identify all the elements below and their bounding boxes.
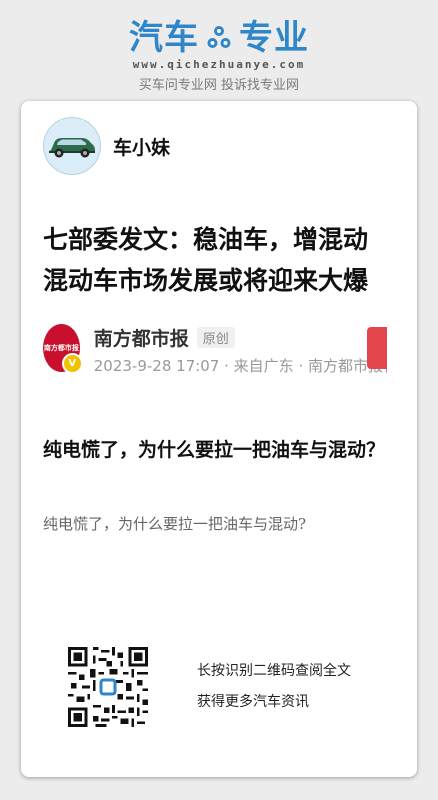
preview-headline-line-1: 七部委发文：稳油车，增混动 [43, 225, 369, 254]
article-summary: 纯电慌了，为什么要拉一把油车与混动? [43, 515, 307, 533]
brand-name-left: 汽车 [129, 18, 199, 58]
source-meta: 2023-9-28 17:07 · 来自广东 · 南方都市报官方账号 [93, 357, 387, 375]
article-preview-image[interactable]: 七部委发文：稳油车，增混动 混动车市场发展或将迎来大爆 南方都市报 V 南方都市… [43, 219, 387, 379]
source-info: 南方都市报 原创 2023-9-28 17:07 · 来自广东 · 南方都市报官… [94, 324, 387, 376]
brand-logo: 汽车 专业 [0, 18, 438, 58]
brand-slogan: 买车问专业网 投诉找专业网 [138, 78, 300, 93]
brand-header: 汽车 专业 www.qichezhuanye.com 买车问专业网 投诉找专业网 [0, 18, 438, 93]
brand-name-right: 专业 [239, 18, 309, 58]
source-row: 南方都市报 V 南方都市报 原创 2023-9-28 17:07 · 来自广东 … [43, 324, 387, 376]
article-title[interactable]: 纯电慌了，为什么要拉一把油车与混动？ [43, 436, 399, 465]
share-card: 车小妹 七部委发文：稳油车，增混动 混动车市场发展或将迎来大爆 南方都市报 V … [21, 101, 417, 777]
brand-url: www.qichezhuanye.com [132, 58, 306, 71]
qr-hint-line-1: 长按识别二维码查阅全文 [197, 663, 351, 679]
gear-icon [207, 26, 231, 48]
source-name: 南方都市报 [93, 328, 189, 350]
qr-hint-line-2: 获得更多汽车资讯 [197, 694, 309, 710]
preview-headline-line-2: 混动车市场发展或将迎来大爆 [43, 266, 369, 295]
avatar[interactable] [43, 117, 101, 175]
qr-code-icon[interactable] [68, 647, 148, 727]
verified-badge-icon: V [61, 353, 83, 374]
follow-button-partial [367, 327, 387, 369]
author-row[interactable]: 车小妹 [43, 117, 170, 175]
original-tag: 原创 [196, 327, 235, 348]
source-logo: 南方都市报 V [43, 324, 83, 374]
source-logo-text: 南方都市报 [43, 344, 79, 352]
car-icon [49, 138, 95, 158]
author-name[interactable]: 车小妹 [113, 133, 170, 160]
